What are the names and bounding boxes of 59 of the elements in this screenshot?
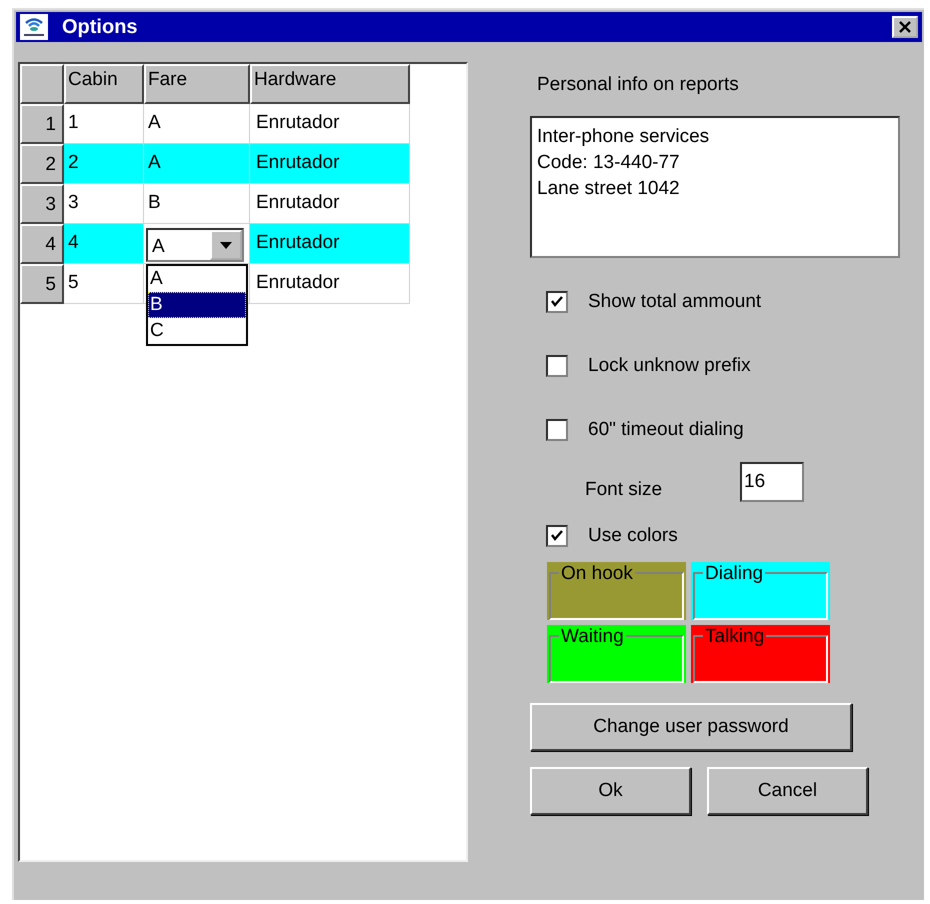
dropdown-option[interactable]: C (148, 318, 246, 344)
window-title: Options (62, 16, 139, 38)
cancel-button[interactable]: Cancel (707, 767, 868, 815)
font-size-label: Font size (585, 479, 664, 501)
table-cell: A (144, 144, 250, 184)
table-cell: 1 (64, 104, 144, 144)
row-header[interactable]: 4 (20, 224, 64, 264)
close-button[interactable] (892, 16, 918, 38)
text-line: Inter-phone services (537, 125, 710, 149)
font-size-field[interactable]: 16 (740, 462, 804, 502)
table-cell: 4 (64, 224, 144, 264)
table-cell: Enrutador (250, 104, 410, 144)
table-cell: 2 (64, 144, 144, 184)
checkbox-label: Show total ammount (588, 291, 762, 313)
ok-button[interactable]: Ok (530, 767, 691, 815)
table-cell: 3 (64, 184, 144, 224)
caret-icon (220, 242, 232, 248)
change-password-button[interactable]: Change user password (530, 703, 852, 751)
fare-dropdown[interactable]: A (146, 228, 244, 262)
dropdown-option[interactable]: A (148, 266, 246, 292)
close-icon (898, 21, 912, 33)
color-swatch[interactable]: Talking (691, 625, 830, 683)
table-cell: B (144, 184, 250, 224)
dropdown-option[interactable]: B (148, 292, 246, 318)
dropdown-value: A (151, 235, 166, 259)
table-cell: 5 (64, 264, 144, 304)
checkbox-label: Use colors (588, 525, 678, 547)
swatch-label: Talking (703, 625, 766, 649)
text-line: Code: 13-440-77 (537, 151, 681, 175)
text-line: Lane street 1042 (537, 177, 681, 201)
checkbox[interactable] (546, 355, 568, 377)
row-header[interactable]: 1 (20, 104, 64, 144)
checkbox[interactable] (546, 419, 568, 441)
table-cell: A (144, 104, 250, 144)
color-swatch[interactable]: Dialing (691, 562, 830, 620)
table-cell: Enrutador (250, 224, 410, 264)
personal-info-label: Personal info on reports (537, 74, 740, 96)
check-icon (550, 295, 564, 309)
column-header[interactable]: Hardware (250, 64, 410, 104)
column-header[interactable]: Fare (144, 64, 250, 104)
checkbox-label: 60" timeout dialing (588, 419, 744, 441)
row-header[interactable]: 5 (20, 264, 64, 304)
swatch-label: Dialing (703, 562, 766, 586)
table-cell: Enrutador (250, 184, 410, 224)
row-header[interactable]: 2 (20, 144, 64, 184)
checkbox-label: Lock unknow prefix (588, 355, 751, 377)
swatch-label: Waiting (559, 625, 626, 649)
checkbox[interactable] (546, 291, 568, 313)
color-swatch[interactable]: Waiting (547, 625, 686, 683)
check-icon (550, 529, 564, 543)
table-cell: Enrutador (250, 264, 410, 304)
row-header[interactable]: 3 (20, 184, 64, 224)
app-logo-icon (20, 14, 48, 40)
dropdown-button[interactable] (210, 230, 242, 260)
table-cell: Enrutador (250, 144, 410, 184)
column-header[interactable]: Cabin (64, 64, 144, 104)
personal-info-field[interactable]: Inter-phone services Code: 13-440-77 Lane street 1042 (530, 116, 900, 258)
color-swatch[interactable]: On hook (547, 562, 686, 620)
checkbox[interactable] (546, 525, 568, 547)
